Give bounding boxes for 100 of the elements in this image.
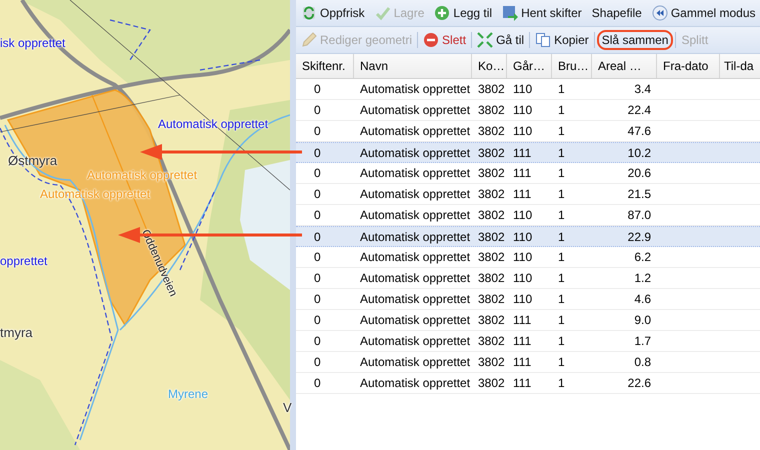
table-cell-text: 0 bbox=[313, 81, 322, 98]
column-header[interactable]: Areal … bbox=[592, 54, 657, 78]
table-cell-text: 0 bbox=[313, 375, 322, 392]
toolbar-button[interactable]: Slett bbox=[420, 30, 470, 50]
table-row[interactable]: 0 Automatisk opprettet 3802 111 1 10.2 bbox=[296, 142, 760, 163]
toolbar-button[interactable]: Gammel modus bbox=[648, 3, 759, 23]
toolbar-button[interactable]: Shapefile bbox=[588, 4, 645, 22]
table-cell-text: 20.6 bbox=[626, 165, 652, 182]
table-cell-text: Automatisk opprettet bbox=[359, 207, 472, 224]
table-cell-text: 0 bbox=[313, 123, 322, 140]
table-cell-text: 111 bbox=[512, 375, 532, 392]
import-icon bbox=[502, 5, 518, 21]
table-cell-text: 1 bbox=[557, 81, 566, 98]
table-cell-text: 1 bbox=[557, 354, 566, 371]
column-header[interactable]: Bru… bbox=[552, 54, 592, 78]
table-cell-text: 1 bbox=[557, 186, 566, 203]
table-cell-text: Automatisk opprettet bbox=[359, 354, 472, 371]
check-icon bbox=[374, 5, 391, 21]
table-cell-text: 0 bbox=[313, 229, 322, 246]
table-cell-text: 3802 bbox=[477, 249, 506, 266]
column-header[interactable]: Går… bbox=[507, 54, 552, 78]
table-cell-text: 22.9 bbox=[626, 229, 652, 246]
table-cell-text: 0 bbox=[313, 291, 322, 308]
table-cell-text: 111 bbox=[512, 145, 532, 162]
table-cell-text: 0 bbox=[313, 145, 322, 162]
column-header[interactable]: Fra-dato bbox=[657, 54, 720, 78]
table-cell-text: 111 bbox=[512, 333, 532, 350]
map-label: Myrene bbox=[168, 387, 208, 401]
table-cell-text: 1 bbox=[557, 291, 566, 308]
table-cell-text: 110 bbox=[512, 270, 534, 287]
table-cell-text: 9.0 bbox=[633, 312, 652, 329]
table-cell-text: 1.2 bbox=[633, 270, 652, 287]
table-cell-text: 111 bbox=[512, 186, 532, 203]
column-header[interactable]: Navn bbox=[354, 54, 472, 78]
table-row[interactable]: 0 Automatisk opprettet 3802 111 1 0.8 bbox=[296, 352, 760, 373]
table-cell-text: 1 bbox=[557, 333, 566, 350]
table-cell-text: 3802 bbox=[477, 312, 506, 329]
table-cell-text: Automatisk opprettet bbox=[359, 375, 472, 392]
toolbar-button[interactable]: Slå sammen bbox=[596, 30, 674, 50]
table-cell-text: Automatisk opprettet bbox=[359, 165, 472, 182]
table-cell-text: 3802 bbox=[477, 165, 506, 182]
table-cell-text: Automatisk opprettet bbox=[359, 333, 472, 350]
toolbar-button[interactable]: Legg til bbox=[431, 3, 496, 23]
table-cell-text: 3802 bbox=[477, 375, 506, 392]
table-row[interactable]: 0 Automatisk opprettet 3802 111 1 1.7 bbox=[296, 331, 760, 352]
table-row[interactable]: 0 Automatisk opprettet 3802 111 1 20.6 bbox=[296, 163, 760, 184]
table-cell-text: 1 bbox=[557, 270, 566, 287]
column-header[interactable]: Skiftenr. bbox=[296, 54, 354, 78]
table-cell-text: 47.6 bbox=[626, 123, 652, 140]
table-cell-text: 1 bbox=[557, 207, 566, 224]
table-cell-text: Automatisk opprettet bbox=[359, 291, 472, 308]
table-row[interactable]: 0 Automatisk opprettet 3802 110 1 3.4 bbox=[296, 79, 760, 100]
toolbar-button[interactable]: Kopier bbox=[532, 30, 592, 50]
table-cell-text: 0 bbox=[313, 312, 322, 329]
table-row[interactable]: 0 Automatisk opprettet 3802 110 1 22.4 bbox=[296, 100, 760, 121]
table-cell-text: Automatisk opprettet bbox=[359, 123, 472, 140]
table-cell-text: 0 bbox=[313, 333, 322, 350]
table-cell-text: 22.6 bbox=[626, 375, 652, 392]
table-row[interactable]: 0 Automatisk opprettet 3802 111 1 9.0 bbox=[296, 310, 760, 331]
pencil-icon bbox=[301, 32, 317, 48]
map-label: V bbox=[283, 400, 292, 415]
minus-icon bbox=[423, 32, 440, 48]
toolbar-button[interactable]: Oppfrisk bbox=[298, 3, 368, 23]
table-cell-text: 110 bbox=[512, 207, 534, 224]
column-header[interactable]: Ko… bbox=[472, 54, 507, 78]
table-row[interactable]: 0 Automatisk opprettet 3802 110 1 4.6 bbox=[296, 289, 760, 310]
table-row[interactable]: 0 Automatisk opprettet 3802 110 1 22.9 bbox=[296, 226, 760, 247]
table-cell-text: 110 bbox=[512, 102, 534, 119]
plus-icon bbox=[434, 5, 450, 21]
table-cell-text: 1 bbox=[557, 102, 566, 119]
table-cell-text: Automatisk opprettet bbox=[359, 102, 472, 119]
table-cell-text: Automatisk opprettet bbox=[359, 229, 472, 246]
table-cell-text: 3802 bbox=[477, 102, 506, 119]
table-row[interactable]: 0 Automatisk opprettet 3802 110 1 6.2 bbox=[296, 247, 760, 268]
table-row[interactable]: 0 Automatisk opprettet 3802 111 1 22.6 bbox=[296, 373, 760, 394]
table-cell-text: 3802 bbox=[477, 186, 506, 203]
table-row[interactable]: 0 Automatisk opprettet 3802 110 1 1.2 bbox=[296, 268, 760, 289]
column-header[interactable]: Til-da bbox=[720, 54, 760, 78]
toolbar-button[interactable]: Hent skifter bbox=[499, 3, 585, 23]
map-label: isk opprettet bbox=[0, 36, 66, 50]
table-cell-text: 0 bbox=[313, 207, 322, 224]
toolbar-button[interactable]: Gå til bbox=[474, 30, 528, 50]
table-cell-text: 1 bbox=[557, 229, 566, 246]
table-cell-text: 110 bbox=[512, 291, 534, 308]
table-cell-text: 21.5 bbox=[626, 186, 652, 203]
table-cell-text: 110 bbox=[512, 229, 534, 246]
table-row[interactable]: 0 Automatisk opprettet 3802 111 1 21.5 bbox=[296, 184, 760, 205]
table-cell-text: 1 bbox=[557, 123, 566, 140]
table-cell-text: 3.4 bbox=[633, 81, 652, 98]
refresh-icon bbox=[301, 5, 317, 21]
table-cell-text: 3802 bbox=[477, 229, 506, 246]
table-cell-text: 1 bbox=[557, 312, 566, 329]
table-cell-text: 4.6 bbox=[633, 291, 652, 308]
table-cell-text: 111 bbox=[512, 165, 532, 182]
table-cell-text: 87.0 bbox=[626, 207, 652, 224]
table-cell-text: 110 bbox=[512, 123, 534, 140]
table-cell-text: Automatisk opprettet bbox=[359, 312, 472, 329]
table-cell-text: 0 bbox=[313, 165, 322, 182]
table-cell-text: 1 bbox=[557, 375, 566, 392]
copy-icon bbox=[535, 32, 552, 48]
